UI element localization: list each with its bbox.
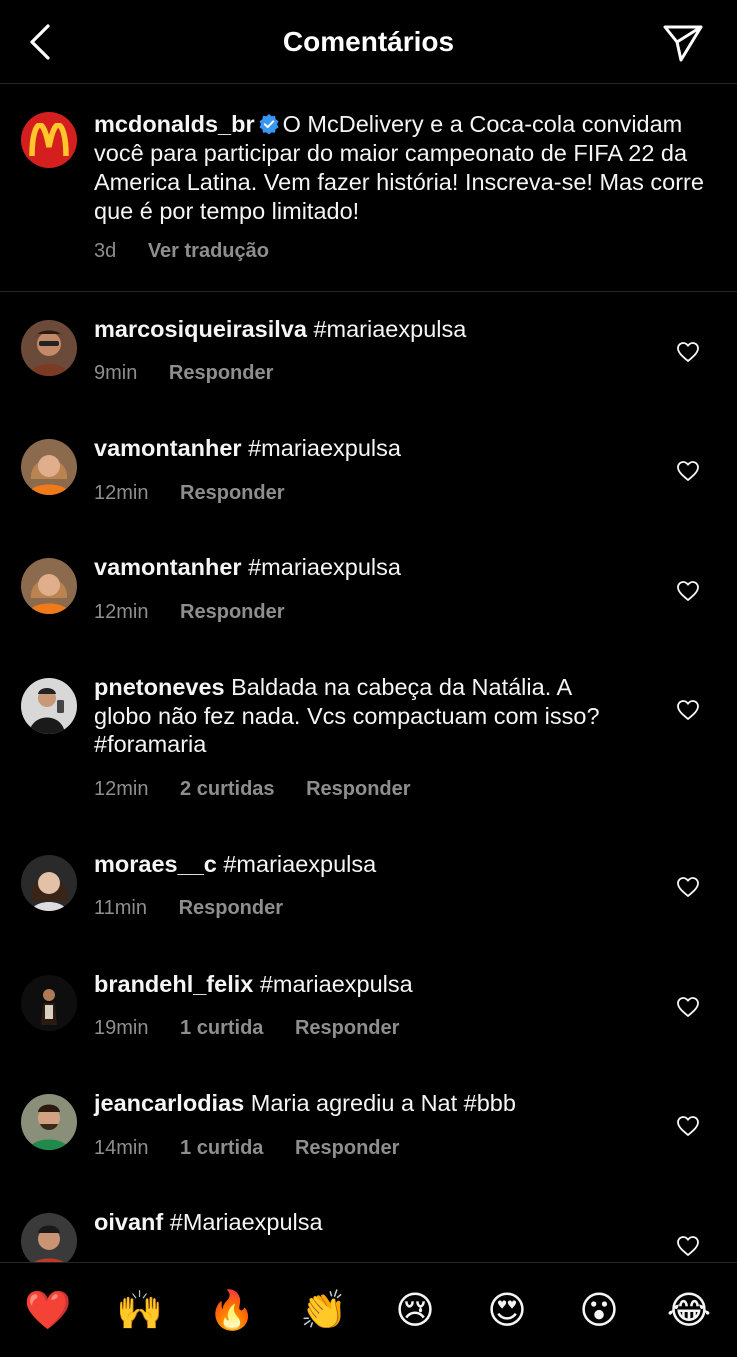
raising-hands-emoji-button[interactable]: 🙌: [116, 1287, 163, 1333]
header-bar: Comentários: [0, 0, 737, 84]
comment-body: #mariaexpulsa: [248, 554, 401, 580]
like-button[interactable]: [676, 698, 700, 722]
like-button[interactable]: [676, 340, 700, 364]
heart-icon: [677, 581, 699, 601]
reply-button[interactable]: Responder: [180, 601, 284, 623]
comment-username[interactable]: pnetoneves: [94, 674, 225, 700]
heart-eyes-emoji-button[interactable]: 😍: [484, 1287, 530, 1333]
avatar[interactable]: [21, 855, 77, 911]
comment-username[interactable]: vamontanher: [94, 554, 242, 580]
heart-icon: [677, 877, 699, 897]
comment-time: 12min: [94, 778, 149, 800]
comment-time: 12min: [94, 601, 149, 623]
comment-username[interactable]: moraes__c: [94, 851, 217, 877]
avatar[interactable]: [21, 1213, 77, 1269]
mcdonalds-avatar[interactable]: [21, 112, 77, 168]
reply-button[interactable]: Responder: [306, 778, 410, 800]
comment-time: 11min: [94, 897, 147, 919]
comment-body: #mariaexpulsa: [223, 851, 377, 877]
reply-button[interactable]: Responder: [295, 1017, 399, 1039]
caption-username[interactable]: mcdonalds_br: [94, 111, 255, 137]
fire-emoji-button[interactable]: 🔥: [208, 1287, 255, 1333]
like-button[interactable]: [676, 995, 700, 1019]
avatar[interactable]: [21, 439, 77, 495]
comment-text: moraes__c #mariaexpulsa: [94, 850, 634, 879]
surprised-face-emoji-button[interactable]: 😮: [576, 1287, 622, 1333]
caption-text: mcdonalds_br O McDelivery e a Coca-cola c…: [94, 110, 714, 226]
reply-button[interactable]: Responder: [180, 482, 284, 504]
clapping-hands-emoji-button[interactable]: 👏: [300, 1287, 347, 1333]
share-button[interactable]: [661, 22, 705, 66]
comment-time: 19min: [94, 1017, 149, 1039]
likes-count[interactable]: 1 curtida: [180, 1137, 263, 1159]
avatar[interactable]: [21, 1094, 77, 1150]
like-button[interactable]: [676, 1114, 700, 1138]
crying-face-emoji-button[interactable]: 😢: [392, 1287, 438, 1333]
comment-text: vamontanher #mariaexpulsa: [94, 553, 634, 582]
avatar[interactable]: [21, 678, 77, 734]
heart-icon: [677, 461, 699, 481]
caption-meta: 3d Ver tradução: [94, 240, 295, 263]
comment-time: 9min: [94, 362, 138, 384]
verified-badge-icon: [259, 112, 279, 135]
heart-icon: [677, 997, 699, 1017]
comment-text: marcosiqueirasilva #mariaexpulsa: [94, 315, 634, 344]
comment-time: 14min: [94, 1137, 149, 1159]
mcdonalds-logo-icon: [29, 123, 69, 157]
avatar[interactable]: [21, 975, 77, 1031]
red-heart-emoji-button[interactable]: ❤️: [24, 1287, 71, 1333]
comment-time: 12min: [94, 482, 149, 504]
comment-username[interactable]: oivanf: [94, 1209, 163, 1235]
like-button[interactable]: [676, 875, 700, 899]
comment-meta: 12min 2 curtidas Responder: [94, 778, 437, 801]
comment-text: pnetoneves Baldada na cabeça da Natália.…: [94, 673, 634, 759]
comment-text: brandehl_felix #mariaexpulsa: [94, 970, 634, 999]
comment-body: Maria agrediu a Nat #bbb: [250, 1090, 516, 1116]
emoji-reaction-bar: ❤️ 🙌 🔥 👏 😢 😍 😮 😂: [0, 1262, 737, 1357]
comment-meta: 9min Responder: [94, 362, 299, 385]
page-title: Comentários: [282, 26, 455, 57]
translate-link[interactable]: Ver tradução: [148, 240, 269, 262]
comment-body: #mariaexpulsa: [259, 971, 413, 997]
post-caption: mcdonalds_br O McDelivery e a Coca-cola c…: [0, 84, 737, 292]
comment-username[interactable]: jeancarlodias: [94, 1090, 244, 1116]
like-button[interactable]: [676, 579, 700, 603]
reply-button[interactable]: Responder: [179, 897, 283, 919]
comment-text: oivanf #Mariaexpulsa: [94, 1208, 634, 1237]
avatar[interactable]: [21, 320, 77, 376]
heart-icon: [677, 1116, 699, 1136]
paper-plane-icon: [663, 25, 703, 62]
like-button[interactable]: [676, 459, 700, 483]
comment-username[interactable]: vamontanher: [94, 435, 242, 461]
comment-username[interactable]: brandehl_felix: [94, 971, 253, 997]
likes-count[interactable]: 1 curtida: [180, 1017, 263, 1039]
tears-of-joy-emoji-button[interactable]: 😂: [666, 1287, 712, 1333]
heart-icon: [677, 342, 699, 362]
comment-body: #mariaexpulsa: [313, 316, 467, 342]
comment-meta: 11min Responder: [94, 897, 309, 920]
reply-button[interactable]: Responder: [169, 362, 273, 384]
comment-meta: 19min 1 curtida Responder: [94, 1017, 425, 1040]
reply-button[interactable]: Responder: [295, 1137, 399, 1159]
avatar[interactable]: [21, 558, 77, 614]
comment-text: vamontanher #mariaexpulsa: [94, 434, 634, 463]
heart-icon: [677, 1236, 699, 1256]
comment-text: jeancarlodias Maria agrediu a Nat #bbb: [94, 1089, 634, 1118]
comment-meta: 14min 1 curtida Responder: [94, 1137, 425, 1160]
like-button[interactable]: [676, 1234, 700, 1258]
caption-time: 3d: [94, 240, 117, 262]
heart-icon: [677, 700, 699, 720]
comment-body: #Mariaexpulsa: [169, 1209, 323, 1235]
likes-count[interactable]: 2 curtidas: [180, 778, 274, 800]
comment-meta: 12min Responder: [94, 601, 311, 624]
comment-meta: 12min Responder: [94, 482, 311, 505]
comment-body: #mariaexpulsa: [248, 435, 401, 461]
comment-username[interactable]: marcosiqueirasilva: [94, 316, 307, 342]
